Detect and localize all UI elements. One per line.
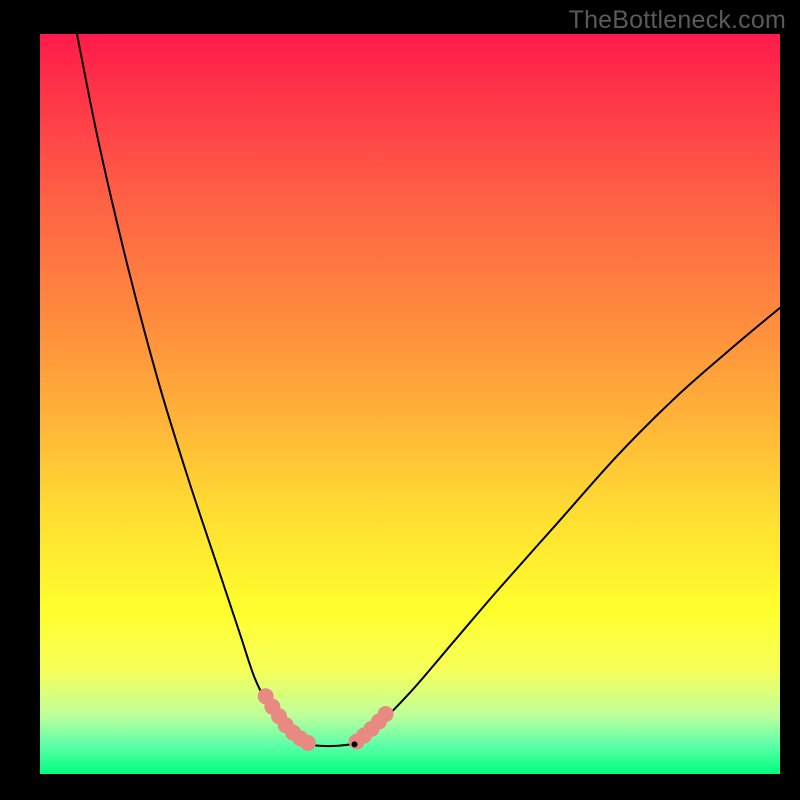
chart-frame: TheBottleneck.com — [0, 0, 800, 800]
watermark-text: TheBottleneck.com — [569, 6, 786, 35]
chart-svg — [40, 34, 780, 774]
marker-right-markers — [378, 706, 394, 722]
curve-layer — [77, 34, 780, 746]
marker-left-markers — [300, 735, 316, 751]
marker-min-marker — [352, 741, 358, 747]
curve-right-curve — [351, 308, 780, 745]
marker-layer — [258, 688, 394, 751]
chart-plot-area — [40, 34, 780, 774]
curve-left-curve — [77, 34, 306, 744]
